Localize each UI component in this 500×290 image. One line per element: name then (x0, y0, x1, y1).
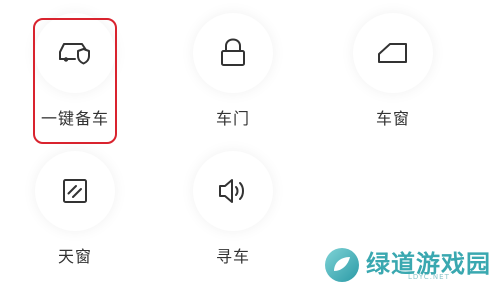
control-find-car[interactable]: 寻车 (173, 143, 293, 273)
control-sunroof[interactable]: 天窗 (15, 143, 135, 273)
control-circle (193, 13, 273, 93)
control-one-key-prep[interactable]: 一键备车 (15, 5, 135, 135)
control-window[interactable]: 车窗 (333, 5, 453, 135)
watermark: 绿道游戏园 LDYC.NET (322, 241, 498, 287)
window-icon (378, 43, 407, 63)
control-label: 一键备车 (40, 109, 109, 128)
control-door[interactable]: 车门 (173, 5, 293, 135)
car-shield-icon (59, 43, 90, 65)
control-circle (35, 151, 115, 231)
control-label: 天窗 (57, 247, 92, 266)
speaker-icon (219, 179, 244, 203)
sunroof-icon (63, 179, 87, 203)
control-circle (193, 151, 273, 231)
control-label: 寻车 (215, 247, 250, 266)
control-circle (35, 13, 115, 93)
control-label: 车门 (215, 109, 250, 128)
lock-icon (221, 38, 245, 66)
control-label: 车窗 (375, 109, 410, 128)
watermark-subtext: LDYC.NET (408, 273, 450, 281)
watermark-logo-icon (325, 248, 359, 282)
control-circle (353, 13, 433, 93)
